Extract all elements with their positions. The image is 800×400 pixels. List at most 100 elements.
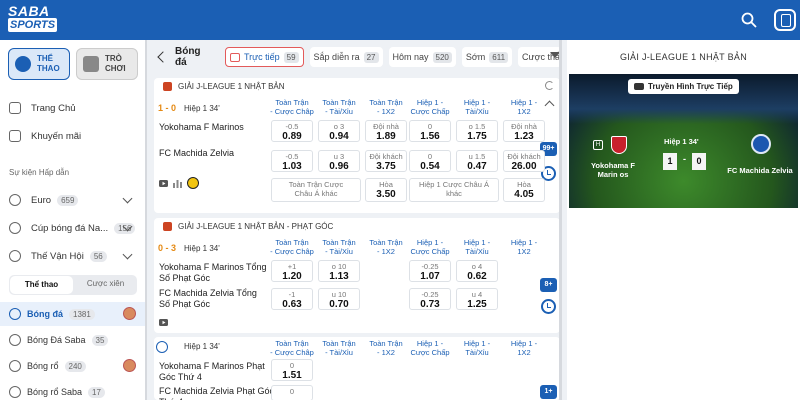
league-name: GIẢI J-LEAGUE 1 NHẬT BẢN - PHẠT GÓC <box>178 221 334 231</box>
segment-sports[interactable]: Thể thao <box>10 276 73 294</box>
filter-early[interactable]: Sớm 611 <box>461 47 513 67</box>
column-header-line: - Tài/Xỉu <box>325 348 353 357</box>
league-card: GIẢI J-LEAGUE 1 NHẬT BẢN - PHẠT GÓC 0 - … <box>154 218 560 333</box>
column-header-line: Cược Chấp <box>410 247 450 256</box>
odds-line: u 4 <box>471 290 483 299</box>
league-header[interactable]: GIẢI J-LEAGUE 1 NHẬT BẢN - PHẠT GÓC <box>154 218 560 234</box>
odds-cell[interactable]: o 1.5 1.75 <box>456 120 498 142</box>
odds-line: -1 <box>288 290 296 299</box>
odds-cell[interactable]: -0.5 1.03 <box>271 150 313 172</box>
odds-cell[interactable]: Đội khách 26.00 <box>503 150 545 172</box>
column-header-line: Hiệp 1 - <box>510 339 538 348</box>
odds-value: 0.96 <box>329 161 349 172</box>
video-icon[interactable] <box>159 180 168 187</box>
odds-cell[interactable]: u 1.5 0.47 <box>456 150 498 172</box>
sidebar-item-promotions[interactable]: Khuyến mãi <box>0 124 147 148</box>
odds-cell[interactable]: o 3 0.94 <box>318 120 360 142</box>
filter-live[interactable]: Trực tiếp 59 <box>224 47 304 67</box>
segment-parlay[interactable]: Cược xiên <box>74 275 137 295</box>
odds-value: 1.51 <box>282 370 302 381</box>
saba-sports-logo[interactable]: SABA SPORTS <box>8 4 60 36</box>
league-header[interactable]: GIẢI J-LEAGUE 1 NHẬT BẢN <box>154 78 560 94</box>
odds-cell[interactable]: Đội nhà 1.23 <box>503 120 545 142</box>
odds-cell[interactable]: u 10 0.70 <box>318 288 360 310</box>
column-header-line: Cược Chấp <box>410 107 450 116</box>
odds-value: 0.70 <box>329 299 349 310</box>
tab-games[interactable]: TRÒ CHƠI <box>76 48 138 80</box>
stats-icon[interactable] <box>173 179 182 188</box>
odds-line: 0 <box>289 387 295 396</box>
chevron-down-icon[interactable] <box>122 193 133 204</box>
sidebar-item-cup[interactable]: Cúp bóng đá Na... 156 <box>0 216 147 240</box>
sidebar-item-soccer[interactable]: Bóng đá 1381 <box>0 302 147 326</box>
logo-text-top: SABA <box>8 3 50 19</box>
odds-value: 1.13 <box>329 271 349 282</box>
odds-cell[interactable]: Hiệp 1 Cược Châu Á khác <box>409 178 499 202</box>
sidebar-item-label: Cúp bóng đá Na... <box>31 222 109 234</box>
odds-cell[interactable]: -0.5 0.89 <box>271 120 313 142</box>
clock-icon[interactable] <box>541 299 556 314</box>
sidebar-item-saba-soccer[interactable]: Bóng Đá Saba 35 <box>0 328 147 352</box>
chevron-down-icon[interactable] <box>122 249 133 260</box>
sidebar-item-home[interactable]: Trang Chủ <box>0 96 147 120</box>
odds-line: Toàn Trận Cược Châu Á khác <box>288 180 344 198</box>
count-badge: 56 <box>89 250 107 262</box>
odds-cell[interactable]: 0 1.51 <box>271 359 313 381</box>
odds-line: Đội khách <box>507 152 541 161</box>
live-video[interactable]: Truyền Hình Trực Tiếp H Hiệp 1 34' 1 - 0… <box>569 74 798 208</box>
account-icon[interactable] <box>774 9 796 31</box>
odds-cell[interactable]: u 3 0.96 <box>318 150 360 172</box>
sidebar-scrollbar[interactable] <box>145 40 147 400</box>
refresh-icon[interactable] <box>545 81 554 90</box>
odds-cell[interactable]: o 10 1.13 <box>318 260 360 282</box>
filter-count: 27 <box>363 51 379 63</box>
odds-cell[interactable]: 0 1.56 <box>409 120 451 142</box>
column-header-line: Toàn Trận <box>275 98 309 107</box>
odds-cell[interactable]: 0 0.54 <box>409 150 451 172</box>
odds-cell[interactable]: -0.25 0.73 <box>409 288 451 310</box>
column-header-line: Tài/Xỉu <box>465 247 489 256</box>
sidebar-item-saba-basketball[interactable]: Bóng rổ Saba 17 <box>0 380 147 400</box>
more-markets-button[interactable]: 8+ <box>540 278 557 292</box>
column-header-line: 1X2 <box>517 247 531 256</box>
video-icon[interactable] <box>159 319 168 326</box>
filter-upcoming[interactable]: Sắp diễn ra 27 <box>309 47 383 67</box>
column-header-line: - Cược Châp <box>270 348 314 357</box>
away-score: 0 <box>692 153 706 170</box>
match-period: Hiệp 1 34' <box>184 244 220 253</box>
odds-cell[interactable]: Hòa 4.05 <box>503 178 545 202</box>
live-tv-button[interactable]: Truyền Hình Trực Tiếp <box>628 79 739 94</box>
chevron-left-icon[interactable] <box>157 51 169 63</box>
column-header: Hiệp 1 - Cược Chấp <box>403 238 457 256</box>
live-indicator-icon <box>156 341 168 353</box>
odds-cell[interactable]: o 4 0.62 <box>456 260 498 282</box>
odds-cell[interactable]: -1 0.63 <box>271 288 313 310</box>
odds-cell[interactable]: 0 <box>271 385 313 400</box>
odds-cell[interactable]: +1 1.20 <box>271 260 313 282</box>
column-header: Hiệp 1 - Tài/Xỉu <box>450 339 504 357</box>
video-home-team: Yokohama F Marin os <box>590 161 636 179</box>
trophy-icon <box>9 194 21 206</box>
odds-cell[interactable]: Đội nhà 1.89 <box>365 120 407 142</box>
filter-today[interactable]: Hôm nay 520 <box>388 47 456 67</box>
odds-cell[interactable]: Toàn Trận Cược Châu Á khác <box>271 178 361 202</box>
sidebar-item-basketball[interactable]: Bóng rổ 240 <box>0 354 147 378</box>
main-scrollbar[interactable] <box>559 40 562 400</box>
odds-value: 0.54 <box>420 161 440 172</box>
column-header-line: 1X2 <box>517 348 531 357</box>
tab-sports[interactable]: THỂ THAO <box>8 48 70 80</box>
odds-cell[interactable]: Đội khách 3.75 <box>365 150 407 172</box>
odds-cell[interactable]: -0.25 1.07 <box>409 260 451 282</box>
odds-cell[interactable]: u 4 1.25 <box>456 288 498 310</box>
sidebar-item-olympics[interactable]: Thế Vận Hội 56 <box>0 244 147 268</box>
sidebar-item-label: Bóng rổ Saba <box>27 387 83 397</box>
cashout-icon[interactable] <box>187 177 199 189</box>
odds-cell[interactable]: Hòa 3.50 <box>365 178 407 202</box>
odds-line: 0 <box>427 152 433 161</box>
top-header: SABA SPORTS <box>0 0 800 40</box>
sidebar-item-euro[interactable]: Euro 659 <box>0 188 147 212</box>
count-badge: 17 <box>88 386 105 398</box>
search-icon[interactable] <box>741 12 757 28</box>
column-header: Toàn Trận - Cược Châp <box>265 98 319 116</box>
more-markets-button[interactable]: 1+ <box>540 385 557 399</box>
